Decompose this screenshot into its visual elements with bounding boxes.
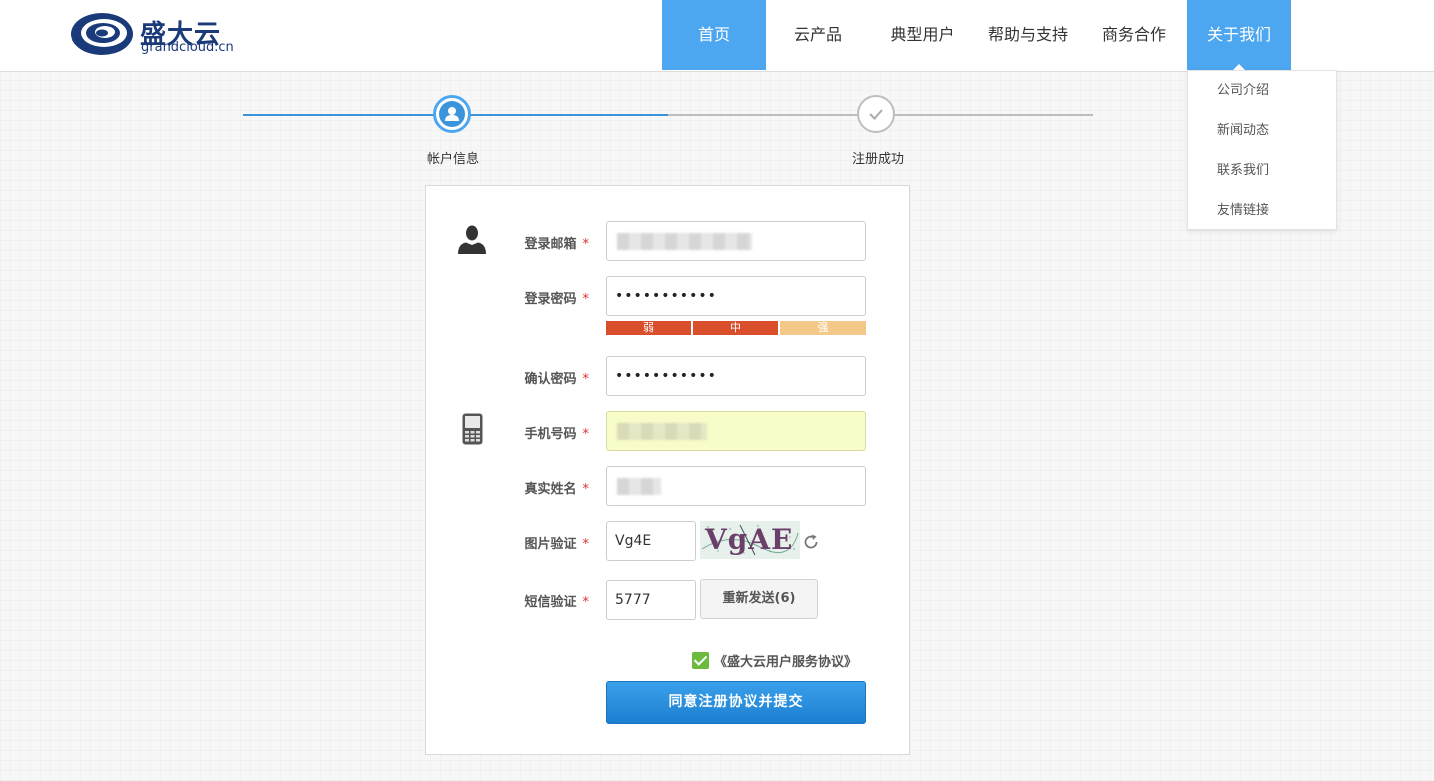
dropdown-item-links[interactable]: 友情链接 bbox=[1188, 191, 1336, 231]
about-dropdown-menu: 公司介绍 新闻动态 联系我们 友情链接 bbox=[1187, 70, 1337, 230]
logo[interactable]: 盛大云 grandcloud.cn bbox=[70, 10, 250, 60]
strength-strong: 强 bbox=[780, 321, 866, 335]
agreement-checkbox[interactable] bbox=[692, 651, 709, 669]
captcha-label-text: 图片验证 bbox=[524, 537, 577, 552]
phone-label-text: 手机号码 bbox=[524, 427, 577, 442]
required-mark: * bbox=[582, 372, 590, 387]
password-field[interactable]: ••••••••••• bbox=[606, 276, 866, 316]
email-label: 登录邮箱 * bbox=[469, 233, 589, 252]
step-1-label: 帐户信息 bbox=[427, 152, 480, 167]
phone-label: 手机号码 * bbox=[469, 423, 589, 442]
captcha-input[interactable]: Vg4E bbox=[606, 521, 696, 561]
confirm-password-field[interactable]: ••••••••••• bbox=[606, 356, 866, 396]
password-label: 登录密码 * bbox=[469, 288, 589, 307]
confirm-password-value: ••••••••••• bbox=[615, 368, 717, 384]
real-name-field[interactable] bbox=[606, 466, 866, 506]
nav-customers[interactable]: 典型用户 bbox=[870, 0, 975, 70]
user-icon bbox=[445, 107, 459, 121]
email-label-text: 登录邮箱 bbox=[524, 237, 577, 252]
sms-code-value: 5777 bbox=[615, 592, 651, 608]
dropdown-item-contact[interactable]: 联系我们 bbox=[1188, 151, 1336, 191]
required-mark: * bbox=[582, 537, 590, 552]
nav-help[interactable]: 帮助与支持 bbox=[975, 0, 1081, 70]
logo-subtitle: grandcloud.cn bbox=[141, 40, 234, 55]
top-header: 盛大云 grandcloud.cn 首页 云产品 典型用户 帮助与支持 商务合作… bbox=[0, 0, 1434, 72]
password-label-text: 登录密码 bbox=[524, 292, 577, 307]
agreement-link[interactable]: 《盛大云用户服务协议》 bbox=[714, 651, 857, 670]
submit-button[interactable]: 同意注册协议并提交 bbox=[606, 681, 866, 724]
main-nav: 首页 云产品 典型用户 帮助与支持 商务合作 关于我们 bbox=[662, 0, 1291, 71]
cloud-swirl-icon bbox=[71, 13, 133, 55]
captcha-text: VgAE bbox=[705, 523, 794, 556]
email-blurred-value bbox=[617, 233, 752, 250]
nav-home[interactable]: 首页 bbox=[662, 0, 766, 70]
confirm-password-label: 确认密码 * bbox=[469, 368, 589, 387]
strength-medium: 中 bbox=[693, 321, 778, 335]
required-mark: * bbox=[582, 482, 590, 497]
sms-label: 短信验证 * bbox=[469, 591, 589, 610]
dropdown-item-news[interactable]: 新闻动态 bbox=[1188, 111, 1336, 151]
step-1-indicator bbox=[433, 95, 471, 133]
name-label-text: 真实姓名 bbox=[524, 482, 577, 497]
step-2-label: 注册成功 bbox=[852, 152, 905, 167]
refresh-icon[interactable] bbox=[802, 533, 820, 551]
required-mark: * bbox=[582, 237, 590, 252]
phone-blurred-value bbox=[617, 423, 707, 440]
password-value: ••••••••••• bbox=[615, 288, 717, 304]
real-name-label: 真实姓名 * bbox=[469, 478, 589, 497]
required-mark: * bbox=[582, 292, 590, 307]
captcha-label: 图片验证 * bbox=[469, 533, 589, 552]
captcha-value: Vg4E bbox=[615, 533, 652, 549]
nav-about[interactable]: 关于我们 bbox=[1187, 0, 1291, 71]
dropdown-item-company[interactable]: 公司介绍 bbox=[1188, 71, 1336, 111]
required-mark: * bbox=[582, 427, 590, 442]
email-field[interactable] bbox=[606, 221, 866, 261]
required-mark: * bbox=[582, 595, 590, 610]
agreement-row: 《盛大云用户服务协议》 bbox=[692, 650, 857, 670]
nav-business[interactable]: 商务合作 bbox=[1081, 0, 1187, 70]
phone-field[interactable] bbox=[606, 411, 866, 451]
step-2-indicator bbox=[857, 95, 895, 133]
confirm-label-text: 确认密码 bbox=[524, 372, 577, 387]
strength-weak: 弱 bbox=[606, 321, 691, 335]
name-blurred-value bbox=[617, 478, 661, 495]
sms-code-input[interactable]: 5777 bbox=[606, 580, 696, 620]
check-icon bbox=[869, 109, 883, 120]
resend-sms-button[interactable]: 重新发送(6) bbox=[700, 579, 818, 619]
captcha-image[interactable]: VgAE bbox=[700, 521, 800, 559]
sms-label-text: 短信验证 bbox=[524, 595, 577, 610]
nav-products[interactable]: 云产品 bbox=[766, 0, 870, 70]
